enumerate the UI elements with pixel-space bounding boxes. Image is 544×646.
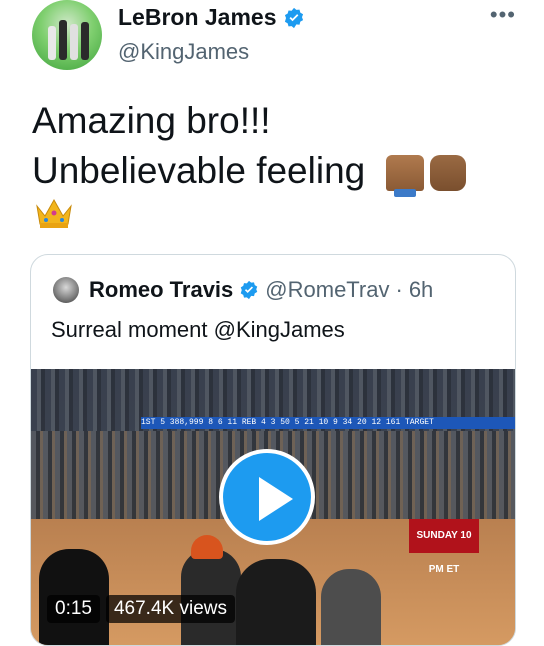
video-player[interactable]: 1ST 5 388,999 8 6 11 REB 4 3 50 5 21 10 … — [31, 369, 515, 645]
quoted-time[interactable]: 6h — [409, 277, 433, 303]
tweet-line-2: Unbelievable feeling — [32, 150, 366, 191]
verified-badge-icon — [241, 280, 258, 300]
video-info-badges: 0:15 467.4K views — [47, 595, 235, 623]
author-avatar[interactable] — [32, 0, 102, 70]
quoted-author-name[interactable]: Romeo Travis — [89, 277, 233, 303]
raised-fist-icon — [429, 155, 466, 192]
quoted-author-handle[interactable]: @RomeTrav — [265, 277, 389, 303]
folded-hands-icon — [385, 155, 424, 198]
arena-ad-board: SUNDAY 10 PM ET — [409, 519, 479, 575]
tweet-text: Amazing bro!!! Unbelievable feeling — [32, 96, 512, 198]
author-handle[interactable]: @KingJames — [118, 39, 249, 65]
more-options-icon[interactable]: ••• — [490, 2, 516, 28]
verified-badge-icon — [284, 7, 303, 28]
dot-separator: · — [395, 277, 403, 302]
spectator-silhouette — [321, 569, 381, 645]
spectator-silhouette — [236, 559, 316, 645]
quoted-author-avatar[interactable] — [53, 277, 79, 303]
author-name[interactable]: LeBron James — [118, 4, 305, 31]
tweet-line-1: Amazing bro!!! — [32, 100, 271, 141]
tweet-line-2-wrap: Unbelievable feeling — [32, 146, 512, 198]
crown-icon — [36, 198, 72, 228]
author-name-text[interactable]: LeBron James — [118, 4, 277, 31]
quoted-author-header[interactable]: Romeo Travis @RomeTrav · 6h — [89, 277, 433, 303]
quoted-text: Surreal moment @KingJames — [51, 317, 345, 342]
quoted-tweet[interactable]: Romeo Travis @RomeTrav · 6h Surreal mome… — [30, 254, 516, 646]
orange-beanie — [191, 535, 223, 559]
arena-scoreboard-band: 1ST 5 388,999 8 6 11 REB 4 3 50 5 21 10 … — [141, 417, 515, 429]
play-button-icon[interactable] — [219, 449, 315, 545]
video-duration: 0:15 — [47, 595, 100, 623]
video-views: 467.4K views — [105, 595, 235, 623]
